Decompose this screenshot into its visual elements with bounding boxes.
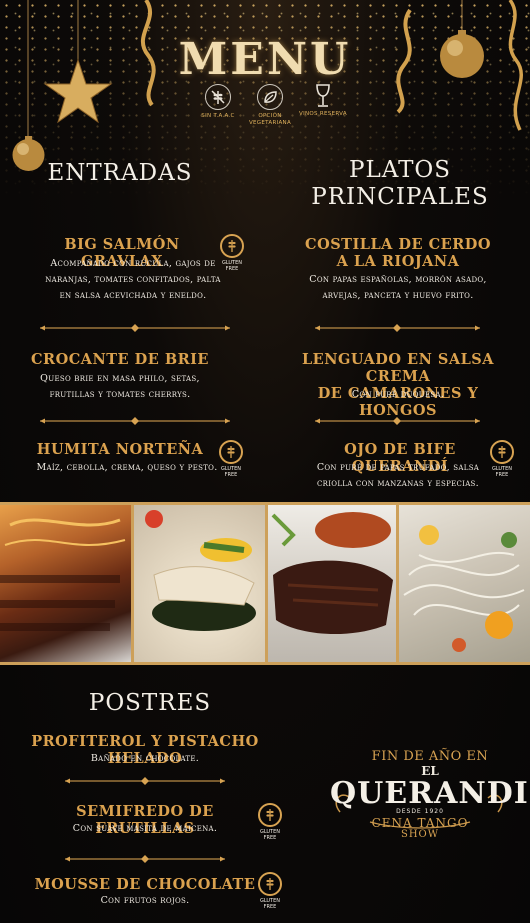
- dish-description: Maíz, cebolla, crema, queso y pesto.: [22, 460, 232, 476]
- desc-line: criolla con manzanas y especias.: [317, 478, 479, 489]
- photo-fish-dish: [134, 505, 265, 662]
- legend-label: OPCIÓN VEGETARIANA: [248, 113, 292, 126]
- dish-name: CROCANTE DE BRIE: [31, 351, 209, 368]
- desc-line: naranjas, tomates confitados, palta: [45, 274, 221, 285]
- no-wheat-icon: [205, 84, 231, 110]
- menu-title: MENU: [178, 34, 352, 85]
- title-line: PLATOS: [348, 157, 452, 183]
- dish-description: Queso brie en masa philo, setas, frutill…: [20, 371, 220, 403]
- section-title-postres: POSTRES: [88, 690, 212, 716]
- photo-layered-dessert: [0, 505, 131, 662]
- legend-label: SIN T.A.A.C: [201, 113, 235, 119]
- dish-description: Acompañado con rúcula, gajos de naranjas…: [28, 256, 238, 304]
- dish-description: Con puré de papas trufado, salsa criolla…: [293, 460, 503, 492]
- desc-line: Con puré duquesa.: [351, 389, 445, 400]
- gluten-free-label: GLUTEN FREE: [259, 898, 281, 910]
- divider: [65, 776, 225, 786]
- brand-line-2: SHOW: [400, 829, 440, 840]
- desc-line: Queso brie en masa philo, setas,: [40, 373, 200, 384]
- wheat-icon: [258, 872, 282, 896]
- desc-line: Maíz, cebolla, crema, queso y pesto.: [36, 462, 218, 473]
- section-title-platos-principales: PLATOS PRINCIPALES: [300, 157, 500, 211]
- brand-since: DESDE 1920: [396, 808, 444, 815]
- dish-name: COSTILLA DE CERDO A LA RIOJANA: [283, 236, 513, 270]
- wheat-icon: [220, 234, 244, 258]
- desc-line: arvejas, panceta y huevo frito.: [322, 290, 474, 301]
- divider: [315, 416, 480, 426]
- desc-line: en salsa acevichada y eneldo.: [59, 290, 207, 301]
- brand-line-1: CENA TANGO: [371, 816, 469, 830]
- divider: [65, 854, 225, 864]
- gluten-free-badge: GLUTEN FREE: [255, 803, 285, 841]
- menu-page: MENU SIN T.A.A.C OPCIÓN VEGETARIANA VINO…: [0, 0, 530, 923]
- desc-line: Acompañado con rúcula, gajos de: [50, 258, 216, 269]
- dish-description: Con frutos rojos.: [100, 895, 190, 906]
- brand-logo-name: QUERANDI: [330, 776, 529, 811]
- wine-glass-icon: [311, 84, 335, 108]
- dish-name: LENGUADO EN SALSA CREMA DE CAMARONES Y H…: [283, 351, 513, 419]
- gluten-free-badge: GLUTEN FREE: [255, 872, 285, 910]
- gluten-free-label: GLUTEN FREE: [259, 829, 281, 841]
- section-title-entradas: ENTRADAS: [47, 160, 193, 186]
- dish-description: Con suave masita de maicena.: [72, 823, 218, 834]
- desc-line: Con papas españolas, morrón asado,: [309, 274, 487, 285]
- legend-reserve-wines: VINOS RESERVA: [293, 84, 353, 118]
- divider: [315, 323, 480, 333]
- name-line: A LA RIOJANA: [336, 253, 460, 270]
- dish-description: Bañado en chocolate.: [90, 753, 200, 764]
- divider: [40, 416, 230, 426]
- legend-sin-taac: SIN T.A.A.C: [188, 84, 248, 120]
- name-line: LENGUADO EN SALSA CREMA: [301, 351, 495, 385]
- legend-vegetarian: OPCIÓN VEGETARIANA: [240, 84, 300, 127]
- photo-steak: [268, 505, 396, 662]
- legend-label: VINOS RESERVA: [299, 111, 347, 117]
- name-line: COSTILLA DE CERDO: [305, 236, 491, 253]
- desc-line: Con puré de papas trufado, salsa: [316, 462, 480, 473]
- dish-name: HUMITA NORTEÑA: [36, 441, 204, 458]
- title-line: PRINCIPALES: [311, 184, 489, 210]
- leaf-icon: [257, 84, 283, 110]
- wheat-icon: [258, 803, 282, 827]
- dish-name: MOUSSE DE CHOCOLATE: [34, 876, 256, 893]
- dish-description: Con papas españolas, morrón asado, arvej…: [293, 272, 503, 304]
- photo-salad: [399, 505, 530, 662]
- brand-tagline: FIN DE AÑO EN: [371, 749, 489, 764]
- divider: [40, 323, 230, 333]
- dish-description: Con puré duquesa.: [293, 387, 503, 403]
- desc-line: frutillas y tomates cherrys.: [49, 389, 191, 400]
